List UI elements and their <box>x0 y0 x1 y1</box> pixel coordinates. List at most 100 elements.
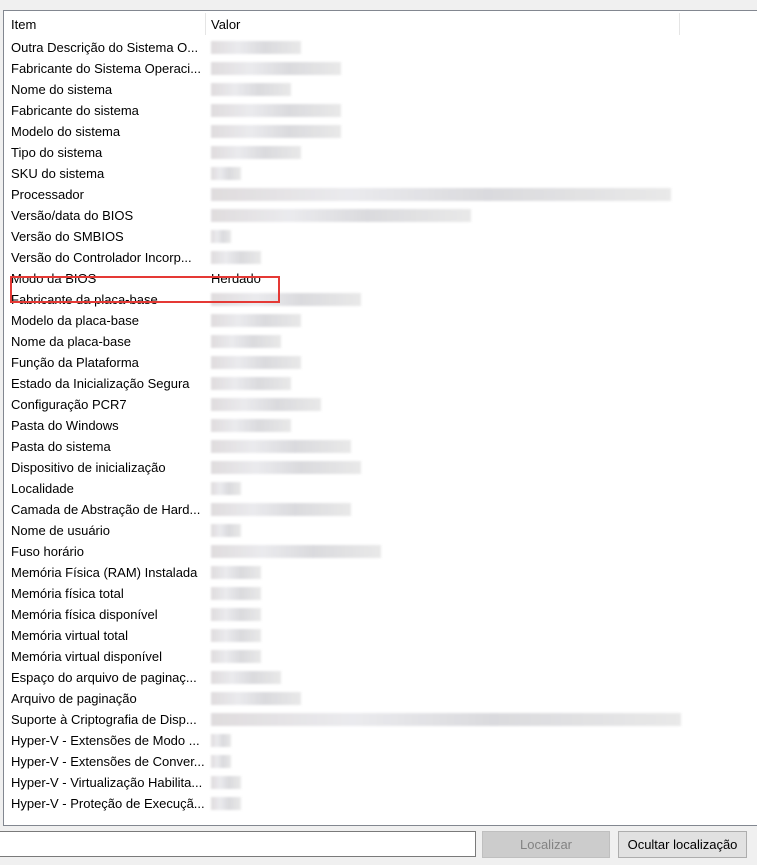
table-row[interactable]: Localidade <box>4 478 704 499</box>
table-row[interactable]: Hyper-V - Extensões de Conver... <box>4 751 704 772</box>
row-item: Nome da placa-base <box>11 334 131 349</box>
redacted-value <box>211 755 231 768</box>
redacted-value <box>211 314 301 327</box>
table-row[interactable]: Processador <box>4 184 704 205</box>
redacted-value <box>211 545 381 558</box>
redacted-value <box>211 398 321 411</box>
column-header-value[interactable]: Valor <box>211 17 240 32</box>
table-row[interactable]: Fuso horário <box>4 541 704 562</box>
table-row[interactable]: Nome de usuário <box>4 520 704 541</box>
row-item: Localidade <box>11 481 74 496</box>
table-row[interactable]: Hyper-V - Extensões de Modo ... <box>4 730 704 751</box>
table-row[interactable]: Memória virtual total <box>4 625 704 646</box>
row-item: Espaço do arquivo de paginaç... <box>11 670 197 685</box>
row-item: Nome do sistema <box>11 82 113 97</box>
row-item: Nome de usuário <box>11 523 110 538</box>
table-row[interactable]: Modelo da placa-base <box>4 310 704 331</box>
row-item: Versão do SMBIOS <box>11 229 124 244</box>
column-divider[interactable] <box>679 13 680 35</box>
redacted-value <box>211 146 301 159</box>
table-row[interactable]: Camada de Abstração de Hard... <box>4 499 704 520</box>
row-item: Hyper-V - Extensões de Conver... <box>11 754 205 769</box>
redacted-value <box>211 167 241 180</box>
table-row[interactable]: Hyper-V - Proteção de Execuçã... <box>4 793 704 814</box>
row-item: Camada de Abstração de Hard... <box>11 502 201 517</box>
table-row[interactable]: Nome do sistema <box>4 79 704 100</box>
hide-find-button[interactable]: Ocultar localização <box>618 831 747 858</box>
row-item: Memória virtual total <box>11 628 129 643</box>
redacted-value <box>211 734 231 747</box>
table-row[interactable]: Versão do Controlador Incorp... <box>4 247 704 268</box>
redacted-value <box>211 524 241 537</box>
redacted-value <box>211 692 301 705</box>
table-row[interactable]: Versão/data do BIOS <box>4 205 704 226</box>
redacted-value <box>211 566 261 579</box>
column-divider[interactable] <box>205 13 206 35</box>
row-item: Arquivo de paginação <box>11 691 137 706</box>
redacted-value <box>211 713 681 726</box>
redacted-value <box>211 776 241 789</box>
redacted-value <box>211 608 261 621</box>
table-row[interactable]: Modelo do sistema <box>4 121 704 142</box>
row-item: Modelo do sistema <box>11 124 121 139</box>
redacted-value <box>211 671 281 684</box>
redacted-value <box>211 440 351 453</box>
table-row[interactable]: Versão do SMBIOS <box>4 226 704 247</box>
table-row[interactable]: Outra Descrição do Sistema O... <box>4 37 704 58</box>
system-summary-list[interactable]: Item Valor Outra Descrição do Sistema O.… <box>3 10 757 826</box>
table-row[interactable]: Configuração PCR7 <box>4 394 704 415</box>
row-item: Fabricante do sistema <box>11 103 139 118</box>
row-item: Tipo do sistema <box>11 145 103 160</box>
row-item: Fabricante do Sistema Operaci... <box>11 61 202 76</box>
list-header: Item Valor <box>4 11 757 37</box>
redacted-value <box>211 230 231 243</box>
row-item: Modelo da placa-base <box>11 313 139 328</box>
search-input[interactable] <box>0 831 476 857</box>
redacted-value <box>211 419 291 432</box>
table-row[interactable]: Fabricante do Sistema Operaci... <box>4 58 704 79</box>
redacted-value <box>211 461 361 474</box>
column-header-item[interactable]: Item <box>11 17 36 32</box>
table-row[interactable]: Suporte à Criptografia de Disp... <box>4 709 704 730</box>
table-row[interactable]: Pasta do Windows <box>4 415 704 436</box>
table-row[interactable]: Dispositivo de inicialização <box>4 457 704 478</box>
table-row[interactable]: Memória física total <box>4 583 704 604</box>
redacted-value <box>211 125 341 138</box>
table-row[interactable]: Memória física disponível <box>4 604 704 625</box>
redacted-value <box>211 629 261 642</box>
table-row[interactable]: Espaço do arquivo de paginaç... <box>4 667 704 688</box>
table-row[interactable]: Hyper-V - Virtualização Habilita... <box>4 772 704 793</box>
row-item: Hyper-V - Proteção de Execuçã... <box>11 796 205 811</box>
table-row[interactable]: Arquivo de paginação <box>4 688 704 709</box>
redacted-value <box>211 797 241 810</box>
redacted-value <box>211 83 291 96</box>
row-item: Configuração PCR7 <box>11 397 127 412</box>
row-item: Dispositivo de inicialização <box>11 460 166 475</box>
redacted-value <box>211 335 281 348</box>
row-item: Suporte à Criptografia de Disp... <box>11 712 197 727</box>
table-row[interactable]: SKU do sistema <box>4 163 704 184</box>
redacted-value <box>211 482 241 495</box>
row-item: Fuso horário <box>11 544 84 559</box>
row-item: Hyper-V - Virtualização Habilita... <box>11 775 203 790</box>
table-row[interactable]: Pasta do sistema <box>4 436 704 457</box>
row-item: Pasta do sistema <box>11 439 111 454</box>
row-item: Hyper-V - Extensões de Modo ... <box>11 733 200 748</box>
table-row[interactable]: Estado da Inicialização Segura <box>4 373 704 394</box>
table-row[interactable]: Tipo do sistema <box>4 142 704 163</box>
row-item: SKU do sistema <box>11 166 105 181</box>
table-row[interactable]: Fabricante do sistema <box>4 100 704 121</box>
table-row[interactable]: Função da Plataforma <box>4 352 704 373</box>
row-item: Memória física total <box>11 586 124 601</box>
table-row[interactable]: Memória Física (RAM) Instalada <box>4 562 704 583</box>
redacted-value <box>211 251 261 264</box>
row-item: Versão/data do BIOS <box>11 208 134 223</box>
row-item: Memória física disponível <box>11 607 158 622</box>
redacted-value <box>211 650 261 663</box>
find-button[interactable]: Localizar <box>482 831 610 858</box>
table-row[interactable]: Nome da placa-base <box>4 331 704 352</box>
row-item: Função da Plataforma <box>11 355 139 370</box>
redacted-value <box>211 377 291 390</box>
redacted-value <box>211 41 301 54</box>
table-row[interactable]: Memória virtual disponível <box>4 646 704 667</box>
